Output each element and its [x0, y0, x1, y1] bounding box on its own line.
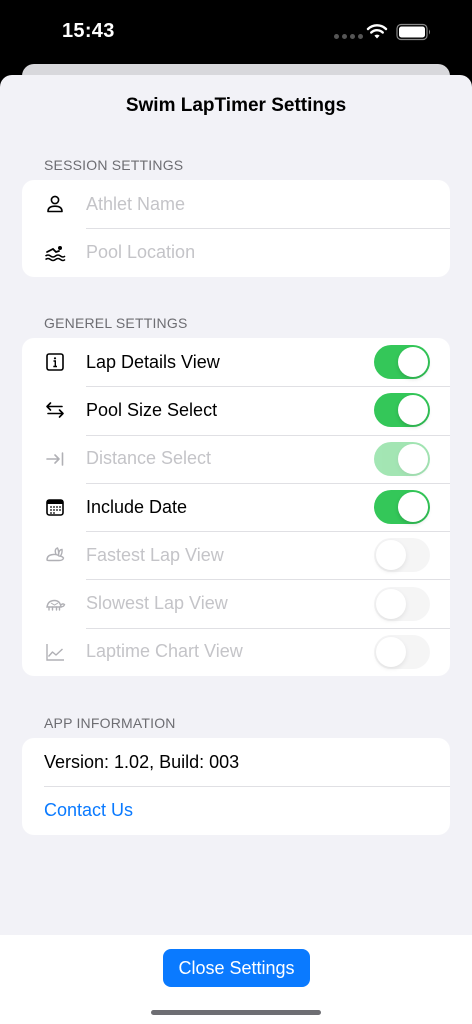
session-settings-header: SESSION SETTINGS [44, 157, 184, 173]
athlete-name-row [22, 180, 450, 228]
setting-row-pool-size: Pool Size Select [22, 386, 450, 434]
tortoise-icon [44, 593, 66, 615]
version-text: Version: 1.02, Build: 003 [44, 751, 240, 772]
fastest-lap-toggle[interactable] [374, 538, 430, 573]
setting-row-laptime-chart: Laptime Chart View [22, 627, 450, 676]
chart-line-icon [44, 641, 66, 663]
general-settings-card: Lap Details View Pool Size Select Distan… [22, 338, 450, 677]
lap-details-toggle[interactable] [374, 345, 430, 380]
home-indicator[interactable] [151, 1010, 321, 1015]
contact-row[interactable]: Contact Us [22, 786, 450, 834]
app-information-header: APP INFORMATION [44, 715, 176, 731]
status-bar: 15:43 [0, 0, 472, 64]
arrow-to-line-icon [44, 448, 66, 470]
setting-label: Laptime Chart View [86, 641, 243, 662]
battery-icon [396, 23, 430, 41]
laptime-chart-toggle[interactable] [374, 634, 430, 669]
pool-location-row [22, 228, 450, 276]
wifi-icon [366, 24, 388, 39]
setting-label: Distance Select [86, 448, 212, 469]
swimmer-icon [44, 241, 66, 263]
athlete-name-input[interactable] [86, 193, 416, 215]
info-icon [44, 351, 66, 373]
setting-label: Pool Size Select [86, 399, 218, 420]
close-settings-button[interactable]: Close Settings [163, 949, 310, 987]
setting-row-fastest-lap: Fastest Lap View [22, 531, 450, 579]
setting-row-slowest-lap: Slowest Lap View [22, 579, 450, 627]
setting-row-lap-details: Lap Details View [22, 338, 450, 386]
setting-row-distance: Distance Select [22, 434, 450, 483]
pool-location-input[interactable] [86, 241, 416, 263]
pool-size-toggle[interactable] [374, 393, 430, 428]
person-icon [44, 193, 66, 215]
hare-icon [44, 544, 66, 566]
settings-sheet: Swim LapTimer Settings SESSION SETTINGS … [0, 75, 472, 1024]
slowest-lap-toggle[interactable] [374, 586, 430, 621]
app-information-card: Version: 1.02, Build: 003 Contact Us [22, 738, 450, 835]
status-time: 15:43 [62, 20, 115, 42]
distance-toggle[interactable] [374, 441, 430, 476]
page-title: Swim LapTimer Settings [125, 95, 347, 116]
cellular-signal-icon [334, 34, 363, 39]
include-date-toggle[interactable] [374, 490, 430, 525]
version-row: Version: 1.02, Build: 003 [22, 738, 450, 786]
calendar-icon [44, 496, 66, 518]
setting-row-include-date: Include Date [22, 482, 450, 531]
contact-us-link[interactable]: Contact Us [44, 800, 133, 821]
arrows-left-right-icon [44, 399, 66, 421]
general-settings-header: GENEREL SETTINGS [44, 315, 188, 331]
session-settings-card [22, 180, 450, 277]
setting-label: Include Date [86, 496, 188, 517]
bottom-toolbar: Close Settings [0, 935, 472, 1024]
setting-label: Slowest Lap View [86, 593, 228, 614]
setting-label: Fastest Lap View [86, 544, 224, 565]
setting-label: Lap Details View [86, 351, 220, 372]
